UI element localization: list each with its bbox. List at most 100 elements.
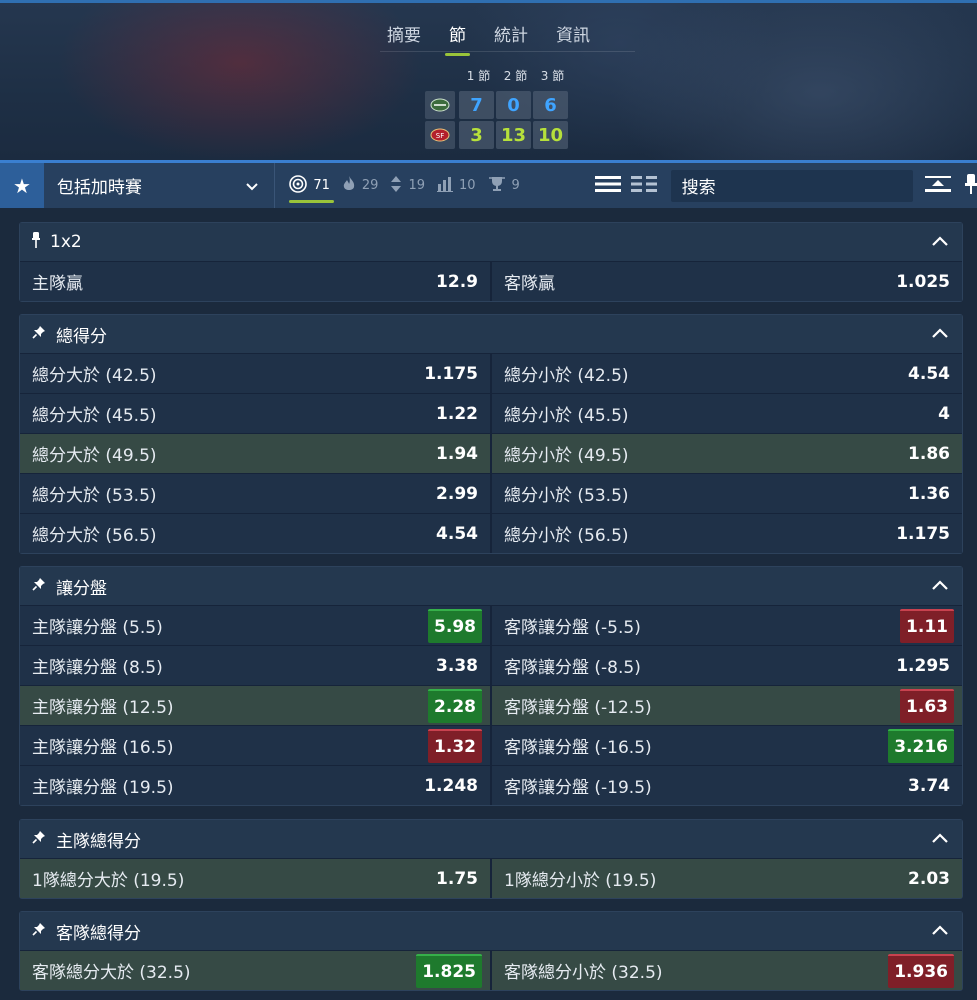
market-row: 總分大於 (42.5) 1.175 總分小於 (42.5) 4.54 — [20, 353, 962, 393]
outcome-cell[interactable]: 總分大於 (42.5) 1.175 — [20, 354, 492, 393]
outcome-cell[interactable]: 總分大於 (49.5) 1.94 — [20, 434, 492, 473]
outcome-cell[interactable]: 總分小於 (56.5) 1.175 — [492, 514, 962, 553]
market-row-main-line: 1隊總分大於 (19.5) 1.75 1隊總分小於 (19.5) 2.03 — [20, 858, 962, 898]
market-handicap: 讓分盤 主隊讓分盤 (5.5) 5.98 客隊讓分盤 (-5.5) 1.11 主隊讓… — [19, 566, 963, 806]
fire-icon — [342, 175, 356, 197]
overtime-select[interactable]: 包括加時賽 — [44, 163, 276, 208]
market-list: 1x2 主隊贏 12.9 客隊贏 1.025 總得分 總分大於 (42.5) 1… — [0, 208, 977, 1000]
market-header[interactable]: 讓分盤 — [20, 567, 962, 605]
outcome-cell[interactable]: 總分小於 (49.5) 1.86 — [492, 434, 962, 473]
odds-value-falling: 1.936 — [888, 953, 954, 988]
bar-chart-icon — [437, 176, 453, 196]
outcome-cell[interactable]: 客隊讓分盤 (-8.5) 1.295 — [492, 646, 962, 685]
outcome-label: 總分大於 (42.5) — [32, 366, 157, 386]
market-toolbar: ★ 包括加時賽 71 29 19 10 9 搜索 — [0, 160, 977, 208]
collapse-all-icon[interactable] — [925, 175, 951, 197]
outcome-cell[interactable]: 1隊總分小於 (19.5) 2.03 — [492, 859, 962, 898]
outcome-cell[interactable]: 主隊讓分盤 (16.5) 1.32 — [20, 726, 492, 765]
score-cell: 6 — [533, 91, 568, 119]
market-home-team-total: 主隊總得分 1隊總分大於 (19.5) 1.75 1隊總分小於 (19.5) 2.0… — [19, 819, 963, 899]
odds-value: 1.86 — [908, 443, 950, 464]
pin-icon[interactable] — [32, 576, 46, 596]
market-filters: 71 29 19 10 9 — [275, 163, 574, 208]
outcome-cell[interactable]: 1隊總分大於 (19.5) 1.75 — [20, 859, 492, 898]
outcome-cell[interactable]: 主隊贏 12.9 — [20, 262, 492, 301]
odds-value-rising: 5.98 — [428, 608, 482, 643]
outcome-cell[interactable]: 總分小於 (42.5) 4.54 — [492, 354, 962, 393]
49ers-logo-icon: SF — [425, 121, 455, 149]
list-view-icon[interactable] — [594, 175, 621, 197]
market-row: 主隊讓分盤 (16.5) 1.32 客隊讓分盤 (-16.5) 3.216 — [20, 725, 962, 765]
filter-count: 29 — [361, 178, 379, 193]
outcome-cell[interactable]: 客隊讓分盤 (-12.5) 1.63 — [492, 686, 962, 725]
outcome-label: 客隊總分小於 (32.5) — [504, 963, 663, 983]
outcome-label: 總分小於 (49.5) — [504, 446, 629, 466]
outcome-label: 客隊贏 — [504, 274, 555, 294]
outcome-label: 客隊讓分盤 (-8.5) — [504, 658, 641, 678]
chevron-up-icon[interactable] — [932, 578, 948, 594]
chevron-down-icon — [246, 176, 259, 196]
score-cell: 3 — [459, 121, 494, 149]
odds-value: 1.025 — [896, 271, 950, 292]
outcome-label: 主隊贏 — [32, 274, 83, 294]
market-header[interactable]: 客隊總得分 — [20, 912, 962, 950]
odds-value: 1.94 — [436, 443, 478, 464]
market-title: 1x2 — [50, 232, 82, 252]
outcome-cell[interactable]: 客隊讓分盤 (-19.5) 3.74 — [492, 766, 962, 805]
outcome-label: 總分小於 (42.5) — [504, 366, 629, 386]
outcome-cell[interactable]: 主隊讓分盤 (8.5) 3.38 — [20, 646, 492, 685]
pin-icon[interactable] — [32, 829, 46, 849]
filter-popular[interactable]: 29 — [342, 163, 379, 208]
outcome-cell[interactable]: 總分小於 (53.5) 1.36 — [492, 474, 962, 513]
grid-view-icon[interactable] — [630, 175, 657, 197]
pin-vertical-icon[interactable] — [32, 231, 40, 253]
outcome-cell[interactable]: 主隊讓分盤 (12.5) 2.28 — [20, 686, 492, 725]
odds-value-falling: 1.32 — [428, 728, 482, 763]
odds-value-rising: 3.216 — [888, 728, 954, 763]
search-input[interactable]: 搜索 — [670, 169, 913, 202]
favorite-star-icon[interactable]: ★ — [0, 163, 44, 208]
odds-value: 2.03 — [908, 868, 950, 889]
filter-handicap[interactable]: 19 — [390, 163, 425, 208]
market-header[interactable]: 主隊總得分 — [20, 820, 962, 858]
filter-all[interactable]: 71 — [289, 163, 334, 208]
outcome-cell[interactable]: 客隊總分大於 (32.5) 1.825 — [20, 951, 492, 990]
outcome-label: 主隊讓分盤 (12.5) — [32, 698, 174, 718]
market-title: 主隊總得分 — [56, 831, 141, 852]
outcome-label: 主隊讓分盤 (16.5) — [32, 738, 174, 758]
pin-icon[interactable] — [32, 324, 46, 344]
odds-value: 1.248 — [424, 775, 478, 796]
market-header[interactable]: 總得分 — [20, 315, 962, 353]
pin-vertical-icon[interactable] — [965, 173, 977, 199]
outcome-cell[interactable]: 總分大於 (56.5) 4.54 — [20, 514, 492, 553]
chevron-up-icon[interactable] — [932, 234, 948, 250]
outcome-cell[interactable]: 客隊讓分盤 (-16.5) 3.216 — [492, 726, 962, 765]
chevron-up-icon[interactable] — [932, 923, 948, 939]
period-header: 3 節 — [540, 69, 565, 83]
filter-stats[interactable]: 10 — [437, 163, 476, 208]
filter-count: 19 — [408, 178, 425, 193]
market-header[interactable]: 1x2 — [20, 223, 962, 261]
outcome-cell[interactable]: 客隊讓分盤 (-5.5) 1.11 — [492, 606, 962, 645]
filter-special[interactable]: 9 — [488, 163, 520, 208]
market-away-team-total: 客隊總得分 客隊總分大於 (32.5) 1.825 客隊總分小於 (32.5) 1.… — [19, 911, 963, 991]
outcome-cell[interactable]: 主隊讓分盤 (19.5) 1.248 — [20, 766, 492, 805]
outcome-cell[interactable]: 客隊總分小於 (32.5) 1.936 — [492, 951, 962, 990]
odds-value: 2.99 — [436, 483, 478, 504]
jets-logo-icon — [425, 91, 455, 119]
outcome-cell[interactable]: 總分大於 (53.5) 2.99 — [20, 474, 492, 513]
outcome-cell[interactable]: 客隊贏 1.025 — [492, 262, 962, 301]
pin-icon[interactable] — [32, 921, 46, 941]
score-cell: 13 — [496, 121, 531, 149]
odds-value: 1.175 — [896, 523, 950, 544]
outcome-cell[interactable]: 總分大於 (45.5) 1.22 — [20, 394, 492, 433]
outcome-label: 總分小於 (56.5) — [504, 526, 629, 546]
target-icon — [289, 174, 308, 197]
outcome-cell[interactable]: 總分小於 (45.5) 4 — [492, 394, 962, 433]
market-row-main-line: 客隊總分大於 (32.5) 1.825 客隊總分小於 (32.5) 1.936 — [20, 950, 962, 990]
chevron-up-icon[interactable] — [932, 326, 948, 342]
chevron-up-icon[interactable] — [932, 831, 948, 847]
tabs-divider — [380, 51, 635, 52]
odds-value: 3.74 — [908, 775, 950, 796]
outcome-cell[interactable]: 主隊讓分盤 (5.5) 5.98 — [20, 606, 492, 645]
